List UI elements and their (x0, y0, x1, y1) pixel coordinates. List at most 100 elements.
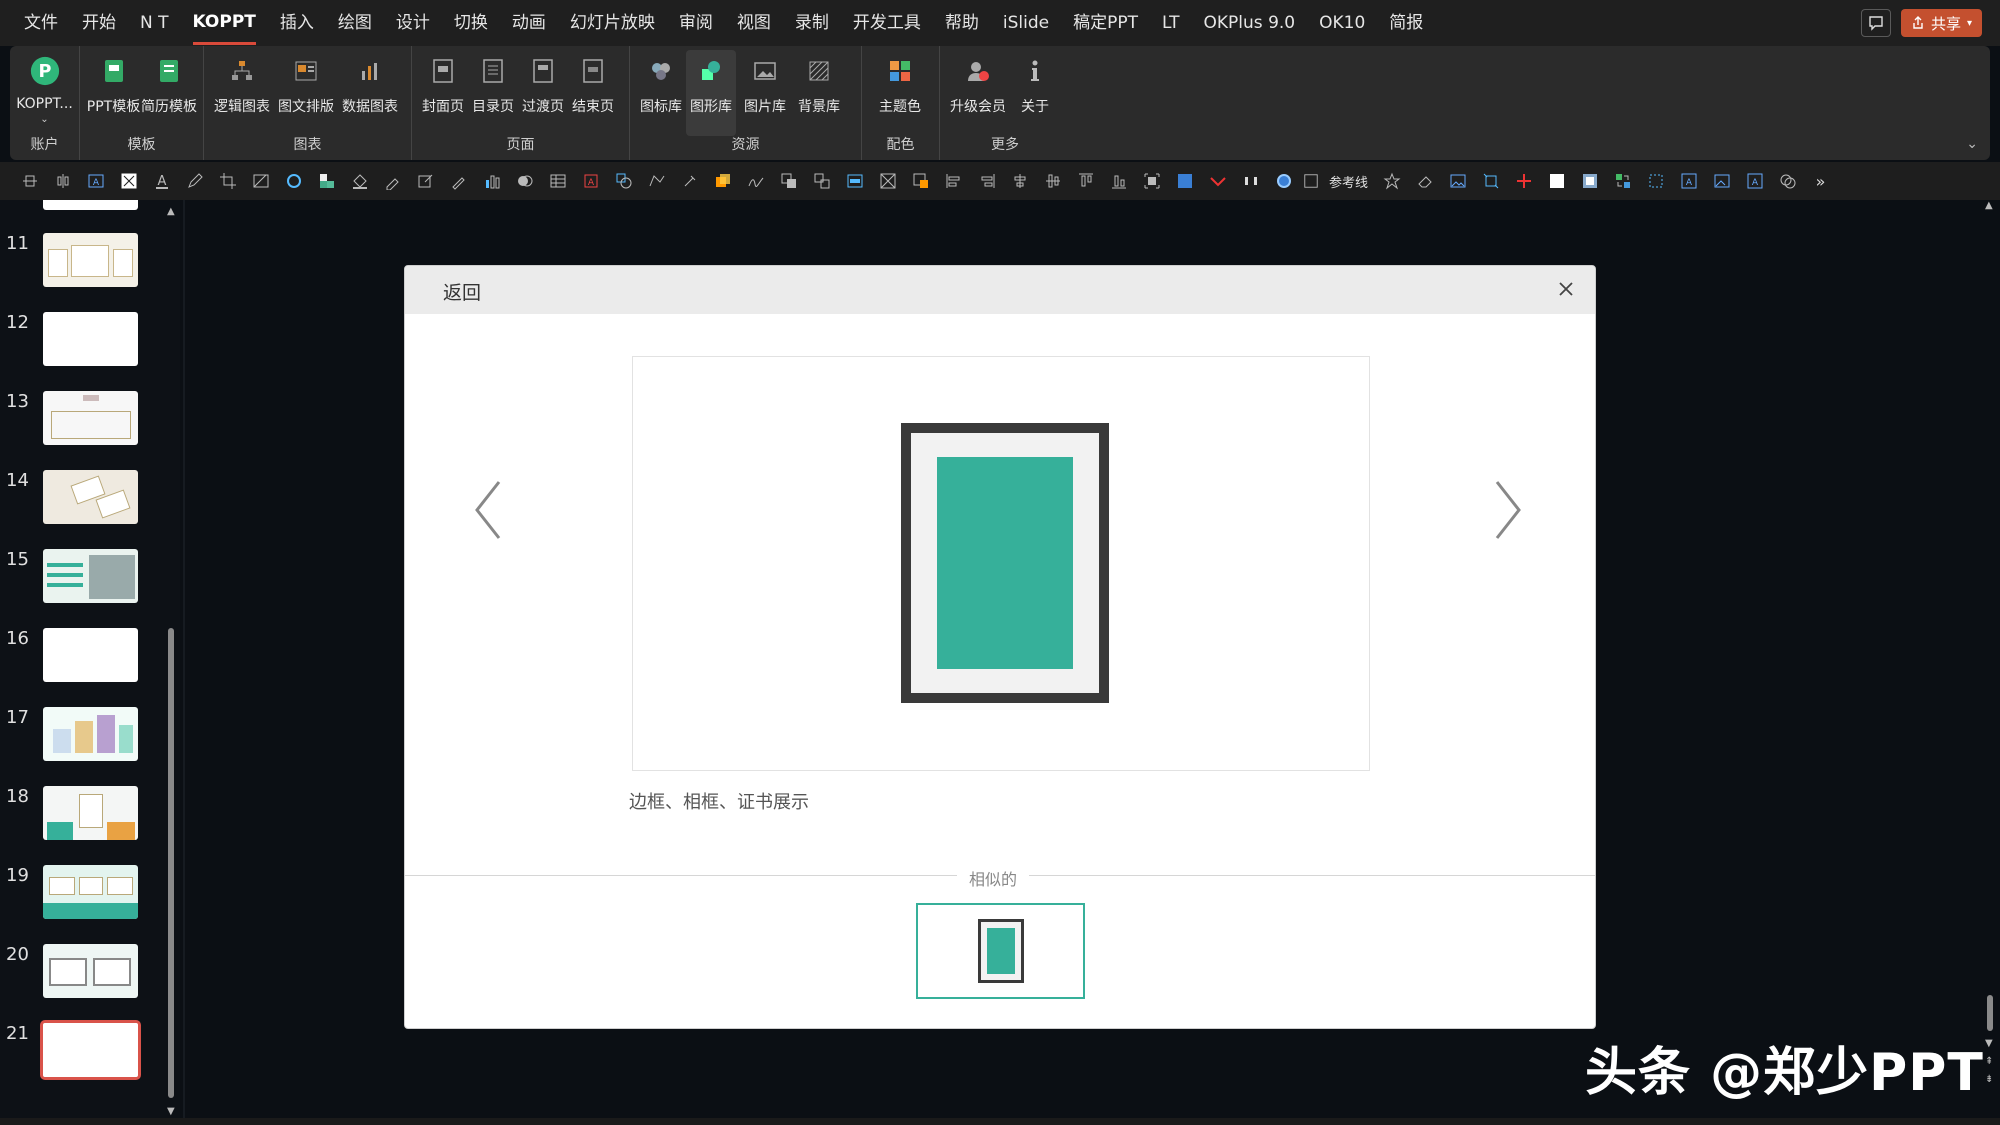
menu-okplus[interactable]: OKPlus 9.0 (1204, 0, 1296, 46)
menu-gaoding[interactable]: 稿定PPT (1073, 0, 1138, 46)
align-top-edge-icon[interactable] (1072, 168, 1099, 194)
end-page-button[interactable]: 结束页 (568, 50, 618, 136)
editor-scrollbar[interactable]: ▲ ▼ ⇞ ⇟ (1982, 200, 1998, 1125)
align-left-icon[interactable] (940, 168, 967, 194)
ribbon-collapse-icon[interactable]: ⌄ (1966, 136, 1978, 152)
align-top-icon[interactable] (16, 168, 43, 194)
slide-thumbnail[interactable] (43, 628, 138, 682)
shape-library-button[interactable]: 图形库 (686, 50, 736, 136)
comments-button[interactable] (1860, 9, 1891, 37)
data-chart-button[interactable]: 数据图表 (338, 50, 402, 136)
image-adjust-icon[interactable] (1576, 168, 1603, 194)
white-square-icon[interactable] (1543, 168, 1570, 194)
send-back-icon[interactable] (775, 168, 802, 194)
font-color-icon[interactable]: A (148, 168, 175, 194)
blue-circle-icon[interactable] (1270, 168, 1297, 194)
picture-frame-shape[interactable] (901, 423, 1109, 703)
similar-shape-card[interactable] (916, 903, 1085, 999)
slide-thumbnail-partial[interactable] (43, 200, 138, 210)
star-icon[interactable] (1378, 168, 1405, 194)
chevron-left-icon[interactable] (471, 478, 505, 542)
distribute-icon[interactable] (49, 168, 76, 194)
transition-page-button[interactable]: 过渡页 (518, 50, 568, 136)
align-bottom-icon[interactable] (1105, 168, 1132, 194)
slide-thumbnail[interactable] (43, 391, 138, 445)
circle-shape-icon[interactable] (280, 168, 307, 194)
menu-nt[interactable]: N T (140, 0, 169, 46)
fit-icon[interactable] (1138, 168, 1165, 194)
close-icon[interactable] (1555, 278, 1577, 300)
align-center-icon[interactable] (1006, 168, 1033, 194)
reference-line-checkbox[interactable] (1303, 168, 1319, 194)
menu-animations[interactable]: 动画 (512, 0, 546, 46)
slide-icon[interactable] (841, 168, 868, 194)
slide-thumbnail[interactable] (43, 549, 138, 603)
menu-design[interactable]: 设计 (396, 0, 430, 46)
image-crop-icon[interactable] (247, 168, 274, 194)
panel-divider[interactable] (183, 200, 185, 1125)
select-area-icon[interactable] (1642, 168, 1669, 194)
scroll-down-icon[interactable]: ▼ (167, 1106, 175, 1117)
menu-developer[interactable]: 开发工具 (853, 0, 921, 46)
freeform-icon[interactable] (643, 168, 670, 194)
format-painter-icon[interactable] (676, 168, 703, 194)
red-arrow-icon[interactable] (1204, 168, 1231, 194)
red-cross-icon[interactable] (1510, 168, 1537, 194)
scroll-up-icon[interactable]: ▲ (1985, 200, 1993, 211)
menu-ok10[interactable]: OK10 (1319, 0, 1365, 46)
slide-thumbnail-selected[interactable] (40, 1020, 141, 1080)
picture-frame-icon[interactable] (115, 168, 142, 194)
menu-islide[interactable]: iSlide (1003, 0, 1049, 46)
slide-panel-scrollbar[interactable]: ▲ ▼ (167, 206, 175, 1117)
upgrade-member-button[interactable]: 升级会员 (946, 50, 1010, 136)
fill-color-icon[interactable] (313, 168, 340, 194)
menu-help[interactable]: 帮助 (945, 0, 979, 46)
bucket-icon[interactable] (346, 168, 373, 194)
text-frame-2-icon[interactable]: A (1741, 168, 1768, 194)
resume-template-button[interactable]: 简历模板 (141, 50, 197, 136)
menu-home[interactable]: 开始 (82, 0, 116, 46)
menu-view[interactable]: 视图 (737, 0, 771, 46)
slide-thumbnail[interactable] (43, 707, 138, 761)
brush-icon[interactable] (445, 168, 472, 194)
edit-icon[interactable] (412, 168, 439, 194)
spacing-icon[interactable] (1237, 168, 1264, 194)
menu-briefing[interactable]: 简报 (1389, 0, 1423, 46)
text-box-icon[interactable]: A (82, 168, 109, 194)
eraser-icon[interactable] (1411, 168, 1438, 194)
theme-color-button[interactable]: 主题色 (868, 50, 932, 136)
slide-thumbnail[interactable] (43, 865, 138, 919)
chevron-right-icon[interactable] (1491, 478, 1525, 542)
pen-icon[interactable] (181, 168, 208, 194)
layout-button[interactable]: 图文排版 (274, 50, 338, 136)
background-library-button[interactable]: 背景库 (794, 50, 844, 136)
group-icon[interactable] (808, 168, 835, 194)
scroll-down-icon[interactable]: ▼ (1985, 1038, 1993, 1049)
eyedropper-icon[interactable] (379, 168, 406, 194)
signature-icon[interactable] (742, 168, 769, 194)
menu-record[interactable]: 录制 (795, 0, 829, 46)
menu-file[interactable]: 文件 (24, 0, 58, 46)
text-frame-icon[interactable]: A (1675, 168, 1702, 194)
replace-icon[interactable] (1477, 168, 1504, 194)
bar-chart-icon[interactable] (478, 168, 505, 194)
circles-icon[interactable] (1774, 168, 1801, 194)
menu-lt[interactable]: LT (1162, 0, 1180, 46)
menu-koppt[interactable]: KOPPT (192, 2, 256, 45)
page-up-icon[interactable]: ⇞ (1985, 1056, 1993, 1067)
page-down-icon[interactable]: ⇟ (1985, 1074, 1993, 1085)
menu-slideshow[interactable]: 幻灯片放映 (570, 0, 655, 46)
slide-thumbnail[interactable] (43, 470, 138, 524)
scroll-up-icon[interactable]: ▲ (167, 206, 175, 217)
blue-square-icon[interactable] (1171, 168, 1198, 194)
menu-transitions[interactable]: 切换 (454, 0, 488, 46)
crop-icon[interactable] (214, 168, 241, 194)
about-button[interactable]: 关于 (1010, 50, 1060, 136)
image-library-button[interactable]: 图片库 (736, 50, 794, 136)
slide-thumbnail[interactable] (43, 312, 138, 366)
icon-library-button[interactable]: 图标库 (636, 50, 686, 136)
text-red-icon[interactable]: A (577, 168, 604, 194)
share-button[interactable]: 共享 ▾ (1900, 9, 1982, 37)
merge-shape-icon[interactable] (511, 168, 538, 194)
back-button[interactable]: 返回 (443, 278, 481, 305)
